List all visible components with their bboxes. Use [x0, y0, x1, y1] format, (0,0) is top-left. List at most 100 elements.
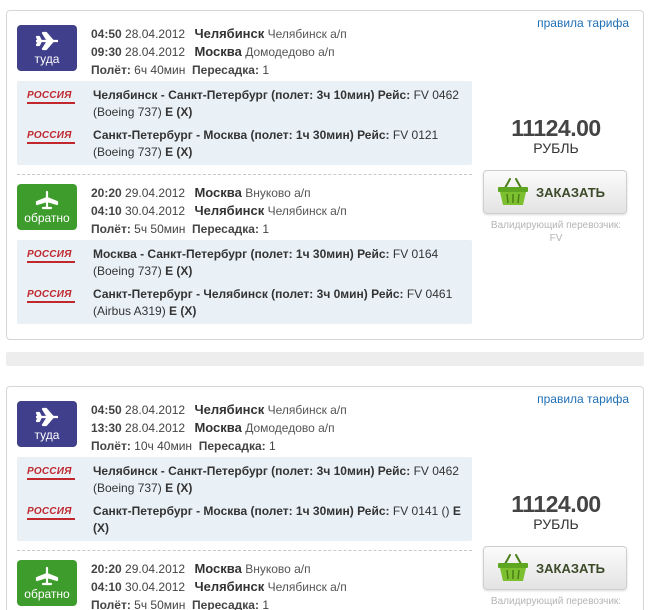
arrival-time: 09:30: [91, 45, 122, 59]
departure-city: Челябинск: [194, 402, 265, 417]
departure-date: 29.04.2012: [125, 186, 186, 200]
segment-row: РОССИЯ Санкт-Петербург - Москва (полет: …: [17, 503, 472, 543]
transfer-label: Пересадка:: [192, 63, 259, 77]
departure-line: 20:20 29.04.2012 Москва Внуково а/п: [91, 560, 347, 578]
rossiya-logo: РОССИЯ: [27, 130, 75, 144]
validating-carrier: Валидирующий перевозчик:: [481, 595, 631, 608]
departure-time: 20:20: [91, 186, 122, 200]
segment-row: РОССИЯ Санкт-Петербург - Москва (полет: …: [17, 127, 472, 167]
airplane-icon: [35, 566, 59, 586]
arrival-date: 28.04.2012: [125, 45, 186, 59]
flight-summary: Полёт: 6ч 40мин Пересадка: 1: [91, 61, 347, 79]
outbound-badge[interactable]: туда: [17, 25, 77, 71]
departure-airport: Внуково а/п: [245, 186, 311, 200]
transfer-count: 1: [262, 222, 269, 236]
inbound-badge[interactable]: обратно: [17, 560, 77, 606]
order-button-label: ЗАКАЗАТЬ: [536, 561, 606, 576]
offer-separator: [6, 352, 644, 366]
airplane-icon: [35, 31, 58, 51]
departure-line: 04:50 28.04.2012 Челябинск Челябинск а/п: [91, 401, 347, 419]
segment-class: E (X): [165, 264, 193, 278]
arrival-airport: Домодедово а/п: [245, 421, 335, 435]
segment-text: Санкт-Петербург - Челябинск (полет: 3ч 0…: [93, 286, 469, 320]
arrival-airport: Домодедово а/п: [245, 45, 335, 59]
leg-info: 20:20 29.04.2012 Москва Внуково а/п 04:1…: [91, 560, 347, 610]
airplane-icon: [35, 190, 59, 210]
segment-route: Санкт-Петербург - Москва (полет: 1ч 30ми…: [93, 504, 390, 518]
flight-time-label: Полёт:: [91, 439, 131, 453]
basket-icon: [498, 554, 528, 581]
departure-city: Москва: [194, 185, 242, 200]
price-currency: РУБЛЬ: [533, 516, 579, 532]
segment-row: РОССИЯ Челябинск - Санкт-Петербург (поле…: [17, 87, 472, 127]
departure-time: 04:50: [91, 403, 122, 417]
order-button[interactable]: ЗАКАЗАТЬ: [483, 170, 627, 214]
inbound-badge[interactable]: обратно: [17, 184, 77, 230]
transfer-count: 1: [269, 439, 276, 453]
badge-label: туда: [34, 428, 60, 442]
arrival-time: 04:10: [91, 580, 122, 594]
offer-card: правила тарифа туда 04:50 28.04.2012 Чел…: [6, 386, 644, 610]
departure-date: 28.04.2012: [125, 403, 186, 417]
arrival-line: 04:10 30.04.2012 Челябинск Челябинск а/п: [91, 202, 347, 220]
segment-row: РОССИЯ Челябинск - Санкт-Петербург (поле…: [17, 463, 472, 503]
segment-route: Челябинск - Санкт-Петербург (полет: 3ч 1…: [93, 88, 411, 102]
transfer-label: Пересадка:: [198, 439, 266, 453]
flight-time-label: Полёт:: [91, 222, 131, 236]
badge-label: обратно: [24, 587, 70, 601]
flight-summary: Полёт: 5ч 50мин Пересадка: 1: [91, 596, 347, 610]
arrival-city: Челябинск: [194, 203, 265, 218]
price-amount: 11124.00: [511, 115, 601, 141]
segment-class: E (X): [165, 145, 193, 159]
price-amount: 11124.00: [511, 491, 601, 517]
departure-time: 04:50: [91, 27, 122, 41]
segment-text: Санкт-Петербург - Москва (полет: 1ч 30ми…: [93, 127, 469, 161]
leg-info: 04:50 28.04.2012 Челябинск Челябинск а/п…: [91, 25, 347, 79]
arrival-date: 30.04.2012: [125, 204, 186, 218]
leg-divider: [17, 550, 472, 551]
outbound-badge[interactable]: туда: [17, 401, 77, 447]
departure-line: 20:20 29.04.2012 Москва Внуково а/п: [91, 184, 347, 202]
segment-route: Москва - Санкт-Петербург (полет: 1ч 30ми…: [93, 247, 390, 261]
departure-date: 28.04.2012: [125, 27, 186, 41]
departure-date: 29.04.2012: [125, 562, 186, 576]
arrival-time: 04:10: [91, 204, 122, 218]
departure-time: 20:20: [91, 562, 122, 576]
flight-time-value: 10ч 40мин: [134, 439, 193, 453]
arrival-time: 13:30: [91, 421, 122, 435]
segment-class: E (X): [165, 105, 193, 119]
rossiya-logo: РОССИЯ: [27, 249, 75, 263]
departure-airport: Челябинск а/п: [267, 27, 347, 41]
price-box: 11124.00 РУБЛЬ: [481, 491, 631, 532]
badge-label: обратно: [24, 211, 70, 225]
segment-class: E (X): [165, 481, 193, 495]
arrival-line: 04:10 30.04.2012 Челябинск Челябинск а/п: [91, 578, 347, 596]
segment-text: Санкт-Петербург - Москва (полет: 1ч 30ми…: [93, 503, 469, 537]
segment-text: Челябинск - Санкт-Петербург (полет: 3ч 1…: [93, 463, 469, 497]
arrival-city: Москва: [194, 44, 242, 59]
rossiya-logo: РОССИЯ: [27, 466, 75, 480]
segment-row: РОССИЯ Москва - Санкт-Петербург (полет: …: [17, 246, 472, 286]
segment-route: Челябинск - Санкт-Петербург (полет: 3ч 1…: [93, 464, 411, 478]
airplane-icon: [35, 407, 58, 427]
flight-time-label: Полёт:: [91, 63, 131, 77]
order-button[interactable]: ЗАКАЗАТЬ: [483, 546, 627, 590]
offer-card: правила тарифа туда 04:50 28.04.2012 Чел…: [6, 10, 644, 340]
arrival-date: 28.04.2012: [125, 421, 186, 435]
basket-icon: [498, 178, 528, 205]
transfer-label: Пересадка:: [192, 222, 259, 236]
arrival-airport: Челябинск а/п: [267, 580, 347, 594]
transfer-label: Пересадка:: [192, 598, 259, 610]
departure-airport: Челябинск а/п: [267, 403, 347, 417]
price-box: 11124.00 РУБЛЬ: [481, 115, 631, 156]
departure-city: Москва: [194, 561, 242, 576]
arrival-date: 30.04.2012: [125, 580, 186, 594]
fare-rules-link[interactable]: правила тарифа: [537, 392, 629, 406]
validating-carrier-label: Валидирующий перевозчик:: [490, 596, 622, 607]
fare-rules-link[interactable]: правила тарифа: [537, 16, 629, 30]
departure-airport: Внуково а/п: [245, 562, 311, 576]
price-currency: РУБЛЬ: [533, 140, 579, 156]
validating-carrier: Валидирующий перевозчик: FV: [481, 219, 631, 245]
inbound-segments: РОССИЯ Москва - Санкт-Петербург (полет: …: [17, 240, 472, 324]
segment-text: Челябинск - Санкт-Петербург (полет: 3ч 1…: [93, 87, 469, 121]
